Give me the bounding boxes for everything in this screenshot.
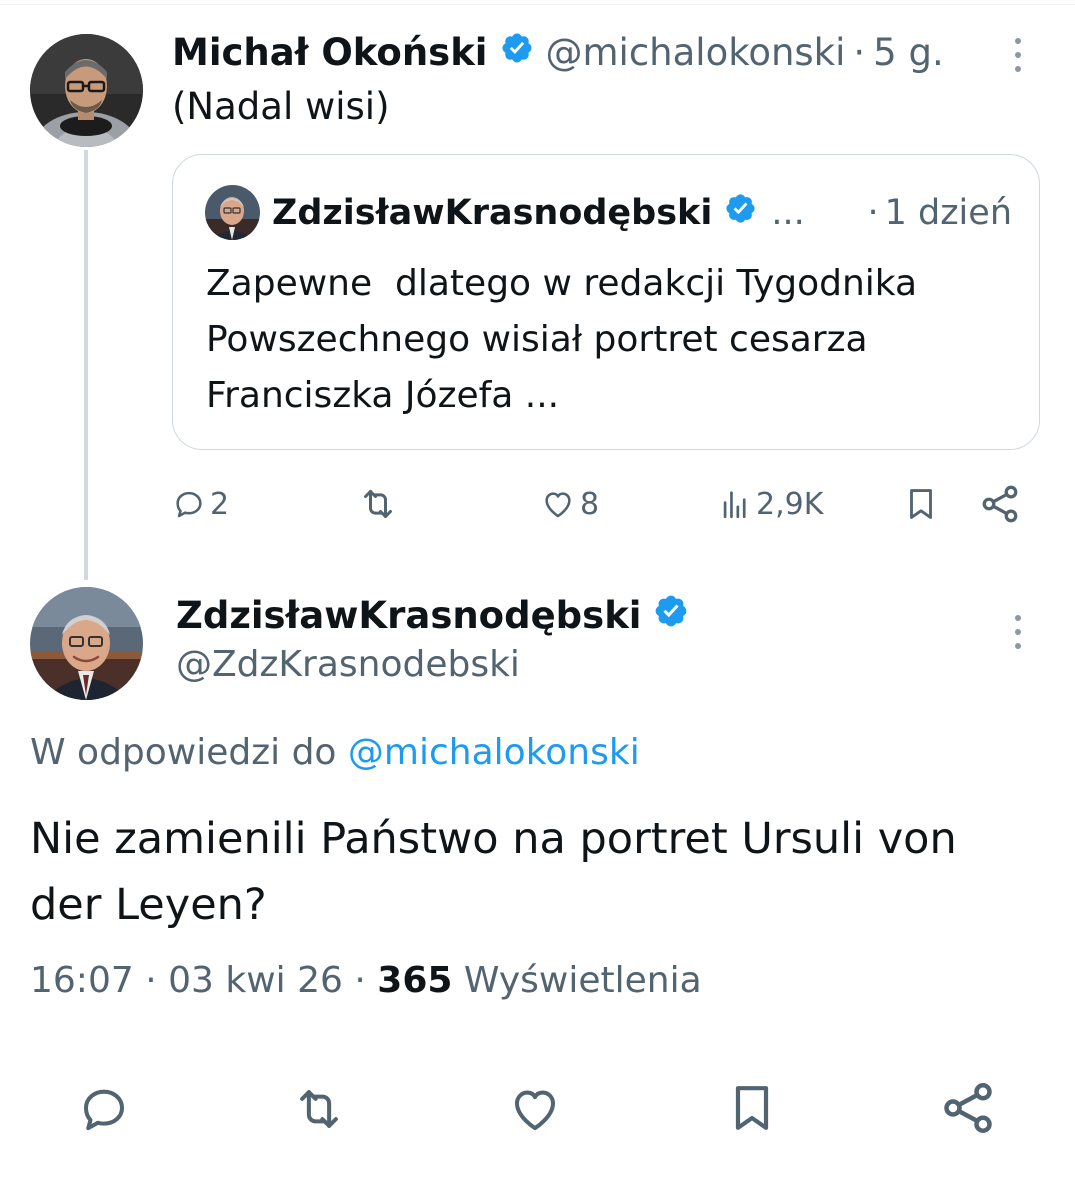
meta-separator: · <box>354 960 366 1001</box>
quote-separator: · <box>867 193 879 233</box>
quote-text: Zapewne dlatego w redakcji Tygodnika Pow… <box>206 256 917 424</box>
avatar-michal[interactable] <box>30 34 143 147</box>
main-post-date[interactable]: 03 kwi 26 <box>168 960 343 1001</box>
main-retweet-button[interactable] <box>288 1082 350 1140</box>
post1-like-button[interactable]: 8 <box>540 482 599 526</box>
quote-avatar <box>205 185 260 240</box>
post1-reply-button[interactable]: 2 <box>172 482 229 526</box>
reply-context-prefix: W odpowiedzi do <box>30 732 337 773</box>
retweet-icon <box>364 490 392 518</box>
share-icon <box>982 485 1018 523</box>
like-icon <box>514 1090 556 1131</box>
post1-author-name[interactable]: Michał Okoński <box>172 31 488 74</box>
share-icon <box>944 1083 992 1133</box>
quote-text-line: Powszechnego wisiał portret cesarza <box>206 319 868 360</box>
post1-text: (Nadal wisi) <box>172 85 390 128</box>
avatar-zdzislaw[interactable] <box>30 587 143 700</box>
bookmark-icon <box>910 489 932 519</box>
post1-handle[interactable]: @michalokonski <box>546 31 846 74</box>
post1-more-icon[interactable] <box>1015 38 1021 72</box>
post1-views-button[interactable]: 2,9K <box>718 482 823 526</box>
post1-like-count: 8 <box>580 486 600 522</box>
main-bookmark-button[interactable] <box>724 1078 780 1142</box>
post1-time[interactable]: 5 g. <box>873 31 944 74</box>
reply-to-link[interactable]: @michalokonski <box>348 732 640 773</box>
main-like-button[interactable] <box>506 1082 564 1140</box>
thread-connector <box>84 150 88 580</box>
quote-text-line: Franciszka Józefa ... <box>206 375 560 416</box>
quote-header: ZdzisławKrasnodębski ... · 1 dzień <box>272 190 1012 236</box>
post1-header: Michał Okoński @michalokonski · 5 g. <box>172 30 944 74</box>
main-post-views-count: 365 <box>377 960 453 1001</box>
main-post-views-label: Wyświetlenia <box>463 960 702 1001</box>
post1-share-button[interactable] <box>978 482 1022 530</box>
reply-icon <box>83 1089 125 1131</box>
main-post-text-line: Nie zamienili Państwo na portret Ursuli … <box>30 814 957 864</box>
main-author-name[interactable]: ZdzisławKrasnodębski <box>176 594 641 637</box>
reply-context: W odpowiedzi do @michalokonski <box>30 728 640 778</box>
retweet-icon <box>300 1090 338 1128</box>
quote-time: 1 dzień <box>884 193 1012 233</box>
post1-view-count: 2,9K <box>756 486 824 522</box>
main-post-time[interactable]: 16:07 <box>30 960 134 1001</box>
views-icon <box>723 491 746 519</box>
main-share-button[interactable] <box>938 1078 998 1142</box>
main-reply-button[interactable] <box>76 1082 132 1140</box>
main-more-icon[interactable] <box>1015 615 1021 649</box>
main-author-handle[interactable]: @ZdzKrasnodebski <box>176 642 520 688</box>
main-author-row: ZdzisławKrasnodębski <box>176 592 689 638</box>
reply-icon <box>176 491 202 518</box>
main-post-text: Nie zamienili Państwo na portret Ursuli … <box>30 806 957 938</box>
post1-retweet-button[interactable] <box>357 484 399 524</box>
post1-reply-count: 2 <box>210 486 230 522</box>
verified-badge-icon <box>724 192 757 234</box>
top-divider <box>0 4 1075 5</box>
quote-handle-truncated: ... <box>771 193 805 233</box>
quote-text-line: Zapewne dlatego w redakcji Tygodnika <box>206 263 918 304</box>
main-post-text-line: der Leyen? <box>30 880 267 930</box>
post1-bookmark-button[interactable] <box>902 482 940 530</box>
quote-author-name[interactable]: ZdzisławKrasnodębski <box>272 193 712 233</box>
verified-badge-icon <box>500 31 534 74</box>
verified-badge-icon <box>653 593 689 638</box>
like-icon <box>545 492 571 518</box>
main-post-meta: 16:07 · 03 kwi 26 · 365 Wyświetlenia <box>30 956 702 1006</box>
post1-separator: · <box>853 30 866 74</box>
bookmark-icon <box>735 1086 769 1130</box>
meta-separator: · <box>145 960 157 1001</box>
